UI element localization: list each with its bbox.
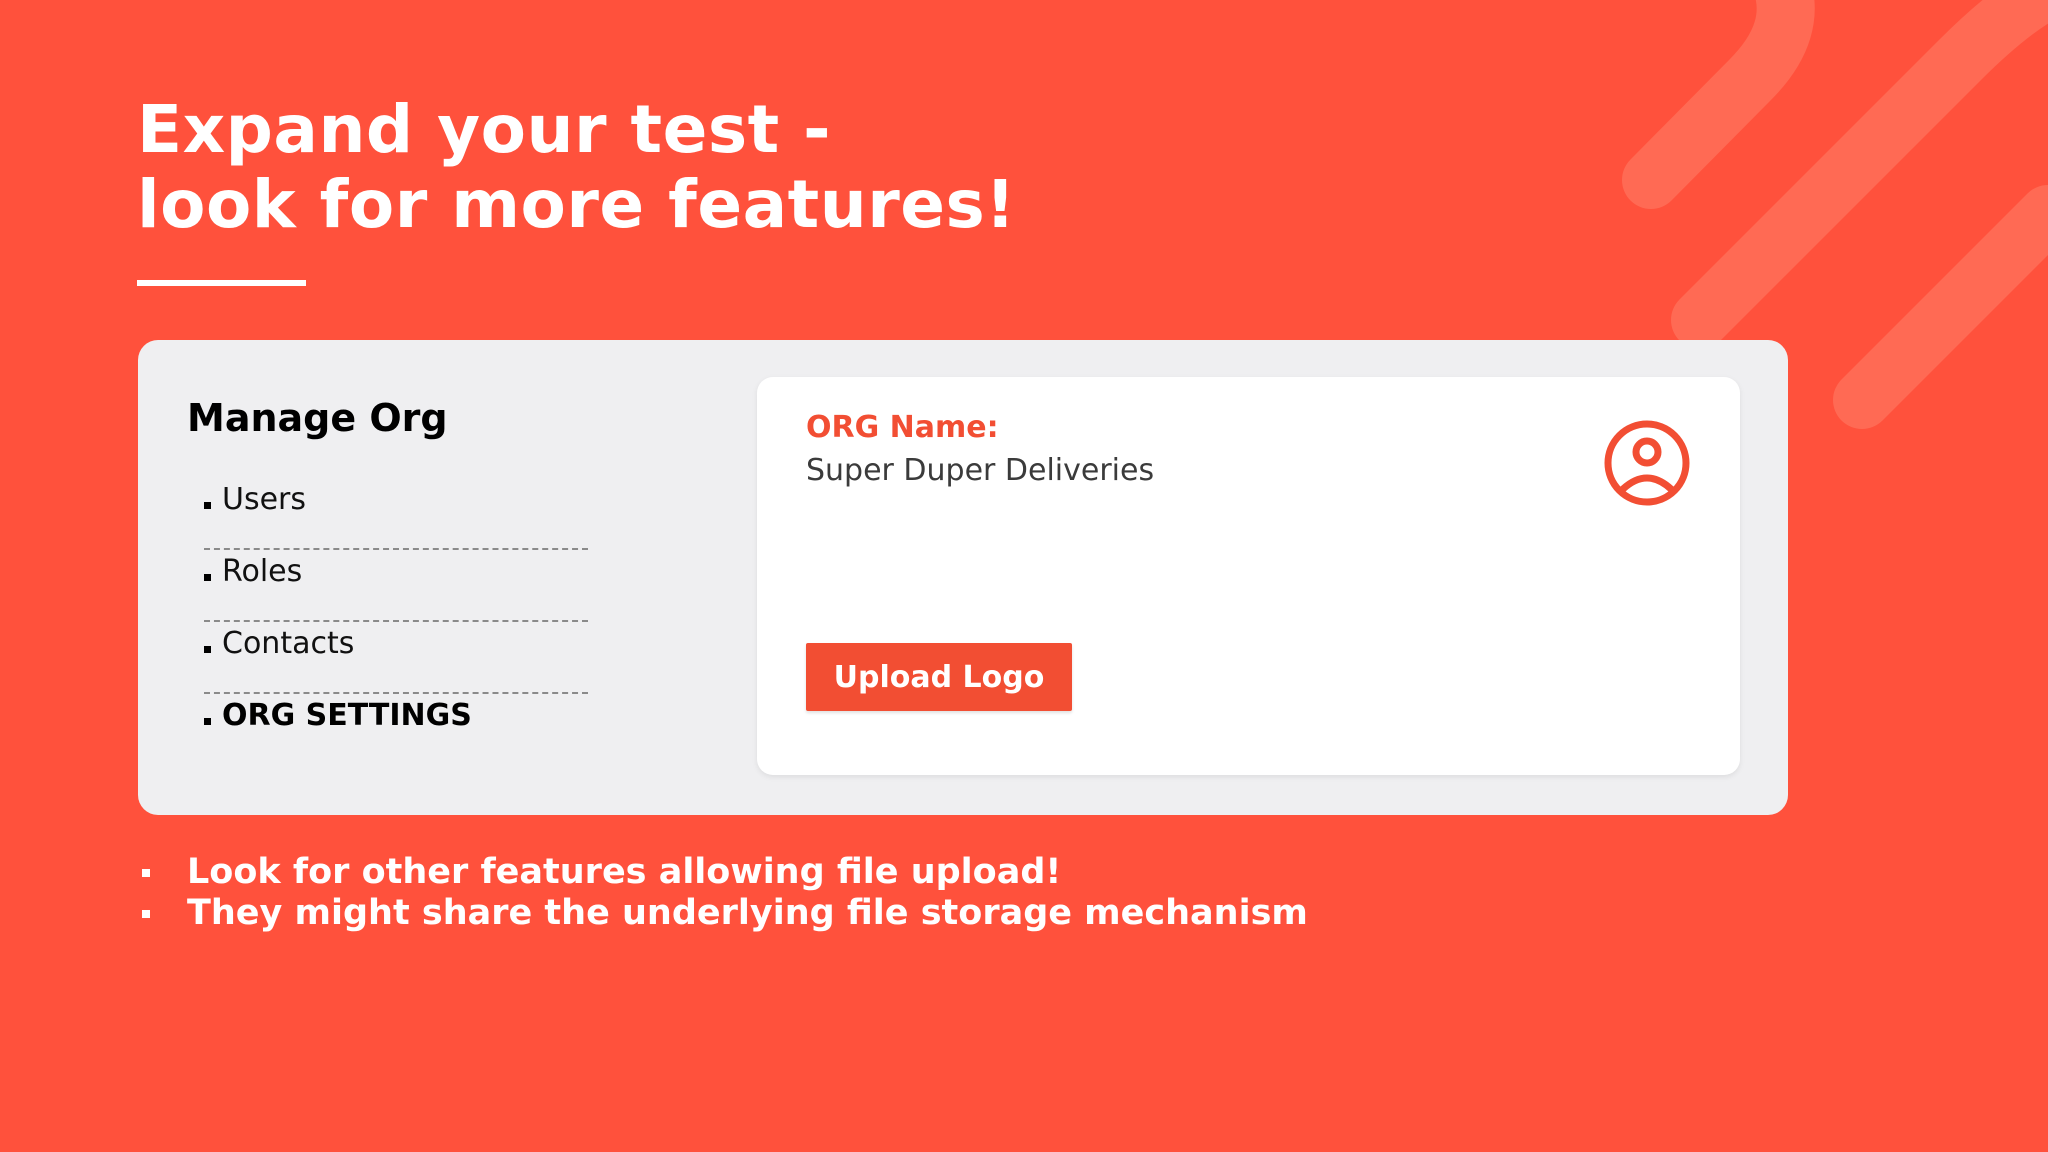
sidebar-item-label: Roles — [222, 554, 303, 589]
sidebar-item-label: ORG SETTINGS — [222, 698, 472, 733]
slide-title-line-2: look for more features! — [137, 166, 1016, 243]
sidebar-item-contacts[interactable]: Contacts — [204, 622, 588, 694]
sidebar-title: Manage Org — [187, 396, 448, 440]
bullet-icon — [204, 502, 211, 509]
sidebar-item-users[interactable]: Users — [204, 478, 588, 550]
slide-title-line-1: Expand your test - — [137, 91, 832, 168]
bullet-icon — [204, 574, 211, 581]
sidebar-menu: Users Roles Contacts ORG SETTINGS — [204, 478, 588, 766]
user-circle-icon[interactable] — [1603, 419, 1691, 507]
note-item: Look for other features allowing file up… — [142, 852, 1308, 893]
bullet-icon — [142, 910, 150, 918]
title-underline — [137, 280, 306, 286]
sidebar-item-org-settings[interactable]: ORG SETTINGS — [204, 694, 588, 766]
note-text: They might share the underlying file sto… — [187, 893, 1308, 933]
note-item: They might share the underlying file sto… — [142, 893, 1308, 934]
org-settings-card: ORG Name: Super Duper Deliveries Upload … — [757, 377, 1740, 775]
sidebar-item-label: Contacts — [222, 626, 355, 661]
upload-logo-button[interactable]: Upload Logo — [806, 643, 1072, 711]
bullet-icon — [142, 869, 150, 877]
manage-org-panel: Manage Org Users Roles Contacts ORG SETT… — [138, 340, 1788, 815]
bullet-icon — [204, 718, 211, 725]
org-name-label: ORG Name: — [806, 410, 999, 445]
bullet-icon — [204, 646, 211, 653]
sidebar-item-label: Users — [222, 482, 307, 517]
sidebar-item-roles[interactable]: Roles — [204, 550, 588, 622]
note-text: Look for other features allowing file up… — [187, 852, 1062, 892]
org-name-value: Super Duper Deliveries — [806, 453, 1155, 488]
bullet-notes: Look for other features allowing file up… — [142, 852, 1308, 934]
slide-title: Expand your test - look for more feature… — [137, 92, 1016, 242]
